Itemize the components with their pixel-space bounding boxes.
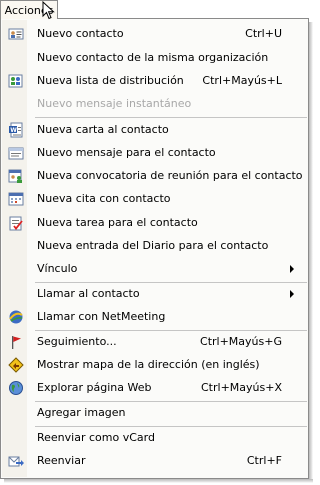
menu-item-label: Agregar imagen (37, 406, 126, 419)
meeting-request-icon (8, 169, 22, 183)
menu-item-shortcut: Ctrl+Mayús+G (200, 335, 282, 348)
menu-item-label: Explorar página Web (37, 381, 152, 394)
web-globe-icon (9, 381, 23, 395)
menu-item-shortcut: Ctrl+Mayús+L (202, 74, 282, 87)
menu-item-nueva-tarea[interactable]: Nueva tarea para el contacto (2, 212, 308, 234)
menu-item-reenviar[interactable]: Reenviar Ctrl+F (2, 450, 308, 472)
mouse-cursor-icon (42, 1, 55, 20)
menu-item-nueva-entrada-diario[interactable]: Nueva entrada del Diario para el contact… (2, 235, 308, 257)
menu-item-nueva-convocatoria[interactable]: Nueva convocatoria de reunión para el co… (2, 165, 308, 187)
menu-item-reenviar-vcard[interactable]: Reenviar como vCard (2, 427, 308, 449)
word-letter-icon: W (9, 122, 23, 138)
contact-card-icon (8, 28, 24, 40)
menu-item-explorar-web[interactable]: Explorar página Web Ctrl+Mayús+X (2, 377, 308, 399)
menu-item-nueva-lista-distribucion[interactable]: Nueva lista de distribución Ctrl+Mayús+L (2, 70, 308, 92)
distribution-list-icon (8, 74, 23, 88)
map-sign-icon (8, 357, 24, 373)
menu-shadow-right (309, 22, 313, 483)
menu-separator (35, 117, 307, 118)
menu-item-label: Nueva cita con contacto (37, 192, 171, 205)
menu-shadow-bottom (4, 479, 313, 483)
menu-item-nuevo-mensaje[interactable]: Nuevo mensaje para el contacto (2, 142, 308, 164)
menu-item-label: Nueva tarea para el contacto (37, 216, 198, 229)
menu-item-shortcut: Ctrl+U (245, 27, 282, 40)
menu-item-label: Nueva carta al contacto (37, 123, 169, 136)
menu-item-nueva-cita[interactable]: Nueva cita con contacto (2, 188, 308, 210)
menu-item-llamar-netmeeting[interactable]: Llamar con NetMeeting (2, 306, 308, 328)
menu-item-label: Vínculo (37, 262, 78, 275)
menu-item-label: Reenviar como vCard (37, 431, 155, 444)
follow-up-flag-icon (12, 336, 21, 349)
menu-item-mostrar-mapa[interactable]: Mostrar mapa de la dirección (en inglés) (2, 354, 308, 376)
calendar-icon (8, 192, 24, 206)
submenu-arrow-icon (290, 290, 294, 298)
menu-item-nuevo-contacto[interactable]: Nuevo contacto Ctrl+U (2, 23, 308, 45)
menu-item-vinculo[interactable]: Vínculo (2, 258, 308, 280)
menu-item-seguimiento[interactable]: Seguimiento... Ctrl+Mayús+G (2, 331, 308, 353)
acciones-dropdown-menu: Nuevo contacto Ctrl+U Nuevo contacto de … (0, 18, 309, 479)
menu-item-label: Llamar al contacto (37, 287, 140, 300)
menu-item-label: Nueva entrada del Diario para el contact… (37, 239, 269, 252)
svg-text:W: W (10, 127, 17, 134)
netmeeting-icon (9, 310, 23, 324)
menu-item-label: Reenviar (37, 454, 86, 467)
menu-item-label: Llamar con NetMeeting (37, 310, 166, 323)
menu-item-label: Nuevo contacto (37, 27, 124, 40)
forward-icon (8, 456, 24, 467)
menu-item-shortcut: Ctrl+Mayús+X (201, 381, 282, 394)
new-message-icon (8, 147, 24, 160)
menu-item-label: Nuevo mensaje para el contacto (37, 146, 216, 159)
menu-item-nueva-carta[interactable]: W Nueva carta al contacto (2, 119, 308, 141)
menu-item-nuevo-contacto-organizacion[interactable]: Nuevo contacto de la misma organización (2, 47, 308, 69)
submenu-arrow-icon (290, 265, 294, 273)
menu-item-label: Seguimiento... (37, 335, 117, 348)
menu-item-agregar-imagen[interactable]: Agregar imagen (2, 402, 308, 424)
menu-item-nuevo-mensaje-instantaneo: Nuevo mensaje instantáneo (2, 93, 308, 115)
menu-item-label: Nueva convocatoria de reunión para el co… (37, 169, 303, 182)
menu-item-label: Nuevo contacto de la misma organización (37, 51, 269, 64)
menu-item-shortcut: Ctrl+F (246, 454, 282, 467)
menu-item-label: Mostrar mapa de la dirección (en inglés) (37, 358, 260, 371)
menu-item-label: Nuevo mensaje instantáneo (37, 97, 192, 110)
menu-item-label: Nueva lista de distribución (37, 74, 184, 87)
menu-item-llamar-contacto[interactable]: Llamar al contacto (2, 283, 308, 305)
task-icon (9, 216, 23, 231)
